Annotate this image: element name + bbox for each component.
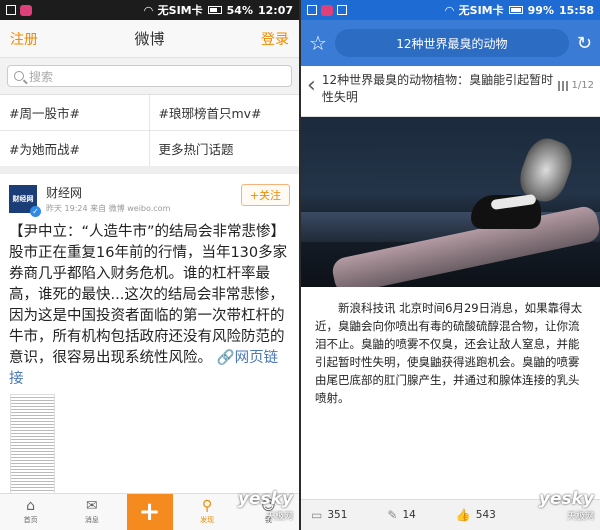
- download-icon: [337, 5, 347, 15]
- comments-button[interactable]: ▭ 351: [311, 508, 347, 522]
- wifi-icon: ◠: [144, 3, 153, 17]
- carrier-text: 无SIM卡: [458, 4, 504, 17]
- status-bar: ◠ 无SIM卡 99% 15:58: [301, 0, 600, 20]
- article-toolbar: ▭ 351 ✎ 14 👍 543: [301, 499, 600, 530]
- chat-icon: [321, 4, 333, 16]
- home-icon: ⌂: [26, 498, 36, 514]
- share-icon: ✎: [387, 508, 398, 522]
- tab-discover[interactable]: ⚲ 发现: [177, 494, 238, 530]
- share-count: 14: [402, 509, 416, 521]
- image-icon: [6, 5, 16, 15]
- article-header: ‹ 12种世界最臭的动物植物：臭鼬能引起暂时性失明 1/12: [301, 66, 600, 117]
- clock: 12:07: [257, 3, 293, 17]
- search-icon: [14, 71, 24, 81]
- search-area: 搜索: [0, 58, 299, 95]
- image-icon: [307, 5, 317, 15]
- hot-topics: #周一股市# #琅琊榜首只mv# #为她而战# 更多热门话题: [0, 95, 299, 174]
- thumbs-up-icon: 👍: [455, 508, 471, 522]
- compose-button[interactable]: +: [126, 494, 173, 530]
- tab-label: 消息: [84, 516, 99, 524]
- like-button[interactable]: 👍 543: [456, 508, 496, 522]
- status-bar: ◠ 无SIM卡 54% 12:07: [0, 0, 299, 20]
- login-button[interactable]: 登录: [261, 29, 289, 49]
- news-header: ☆ 12种世界最臭的动物 ↻: [301, 20, 600, 66]
- weibo-header: 注册 微博 登录: [0, 20, 299, 58]
- tab-label: 我: [264, 516, 272, 524]
- post-meta: 昨天 19:24 来自 微博 weibo.com: [46, 204, 171, 213]
- topic-pill[interactable]: 12种世界最臭的动物: [334, 29, 569, 57]
- tab-label: 发现: [200, 516, 215, 524]
- weibo-post: 财经网 ✓ 财经网 昨天 19:24 来自 微博 weibo.com +关注 【…: [0, 174, 299, 516]
- post-body: 【尹中立：“人造牛市”的结局会非常悲惨】股市正在重复16年前的行情，当年130多…: [9, 224, 288, 366]
- follow-button[interactable]: +关注: [240, 184, 290, 206]
- share-button[interactable]: ✎ 14: [387, 508, 415, 522]
- topic-item[interactable]: #为她而战#: [0, 130, 150, 166]
- bottom-tab-bar: ⌂ 首页 ✉ 消息 + ⚲ 发现 ☺ 我: [0, 493, 299, 530]
- me-icon: ☺: [261, 498, 276, 514]
- more-topics-link[interactable]: 更多热门话题: [149, 130, 299, 166]
- avatar-label: 财经网: [12, 195, 34, 203]
- battery-icon: [207, 6, 222, 14]
- author-name[interactable]: 财经网: [46, 184, 170, 201]
- chat-icon: [20, 4, 32, 16]
- search-placeholder: 搜索: [29, 69, 54, 84]
- wifi-icon: ◠: [445, 3, 454, 17]
- mail-icon: ✉: [86, 498, 98, 514]
- search-input[interactable]: 搜索: [7, 65, 292, 87]
- article-title: 12种世界最臭的动物植物：臭鼬能引起暂时性失明: [321, 73, 554, 104]
- tab-home[interactable]: ⌂ 首页: [0, 494, 61, 530]
- avatar[interactable]: 财经网 ✓: [9, 185, 41, 217]
- like-count: 543: [475, 509, 496, 521]
- weibo-screen: ◠ 无SIM卡 54% 12:07 注册 微博 登录 搜索 #周一股市# #琅琊…: [0, 0, 299, 530]
- pager[interactable]: 1/12: [557, 80, 594, 91]
- clock: 15:58: [558, 3, 594, 17]
- news-screen: ◠ 无SIM卡 99% 15:58 ☆ 12种世界最臭的动物 ↻ ‹ 12种世界…: [301, 0, 600, 530]
- topic-item[interactable]: #琅琊榜首只mv#: [150, 95, 300, 130]
- post-header: 财经网 ✓ 财经网 昨天 19:24 来自 微博 weibo.com +关注: [0, 174, 299, 218]
- post-text: 【尹中立：“人造牛市”的结局会非常悲惨】股市正在重复16年前的行情，当年130多…: [0, 218, 299, 394]
- battery-icon: [508, 6, 523, 14]
- article-photo[interactable]: [301, 117, 600, 287]
- battery-percent: 99%: [527, 3, 554, 17]
- verified-icon: ✓: [30, 206, 41, 217]
- comment-icon: ▭: [311, 508, 323, 522]
- refresh-icon[interactable]: ↻: [577, 33, 592, 54]
- tab-messages[interactable]: ✉ 消息: [61, 494, 122, 530]
- tab-label: 首页: [23, 516, 38, 524]
- app-title: 微博: [134, 30, 165, 48]
- discover-icon: ⚲: [201, 498, 213, 514]
- topic-item[interactable]: #周一股市#: [0, 95, 150, 130]
- article-body: 新浪科技讯 北京时间6月29日消息，如果靠得太近，臭鼬会向你喷出有毒的硫酸硫醇混…: [315, 301, 583, 405]
- back-icon[interactable]: ‹: [307, 72, 316, 100]
- battery-percent: 54%: [226, 3, 253, 17]
- register-button[interactable]: 注册: [10, 29, 38, 49]
- page-counter: 1/12: [571, 80, 594, 91]
- plus-icon: +: [138, 497, 161, 527]
- star-icon[interactable]: ☆: [309, 31, 327, 55]
- author-info: 财经网 昨天 19:24 来自 微博 weibo.com: [46, 184, 170, 214]
- gallery-icon: [557, 80, 568, 91]
- carrier-text: 无SIM卡: [157, 4, 203, 17]
- tab-me[interactable]: ☺ 我: [238, 494, 299, 530]
- comment-count: 351: [327, 509, 348, 521]
